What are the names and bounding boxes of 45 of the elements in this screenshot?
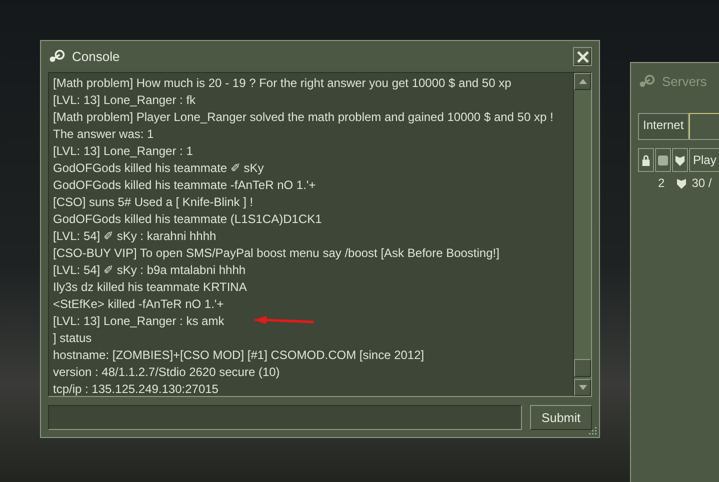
console-line: [LVL: 13] Lone_Ranger : fk bbox=[53, 93, 196, 107]
table-cell: 30 / bbox=[692, 176, 712, 190]
command-input-field[interactable] bbox=[48, 405, 522, 430]
scrollbar[interactable] bbox=[573, 73, 591, 396]
shield-icon bbox=[676, 178, 686, 188]
console-line: version : 48/1.1.2.7/Stdio 2620 secure (10) bbox=[53, 365, 280, 379]
column-header[interactable] bbox=[672, 148, 688, 172]
console-line: GodOFGods killed his teammate ✐ sKy bbox=[53, 161, 264, 175]
annotation-arrow bbox=[253, 316, 315, 326]
console-line: ] status bbox=[53, 331, 92, 345]
console-line: [LVL: 54] ✐ sKy : b9a mtalabni hhhh bbox=[53, 263, 246, 277]
window-title: Servers bbox=[662, 74, 707, 88]
console-line: [Math problem] How much is 20 - 19 ? For the right answer you get 10000 $ and 50 xp bbox=[53, 76, 512, 90]
close-button[interactable] bbox=[573, 47, 592, 66]
console-line: [LVL: 54] ✐ sKy : karahni hhhh bbox=[53, 229, 216, 243]
close-icon bbox=[576, 50, 588, 62]
column-header[interactable] bbox=[655, 148, 671, 172]
tab[interactable]: Internet bbox=[638, 113, 689, 139]
console-line: hostname: [ZOMBIES]+[CSO MOD] [#1] CSOMOD.COM [since 2012] bbox=[53, 348, 424, 362]
console-line: [CSO] suns 5# Used a [ Knife-Blink ] ! bbox=[53, 195, 254, 209]
steam-logo-icon bbox=[638, 74, 656, 88]
console-line: GodOFGods killed his teammate (L1S1CA)D1CK1 bbox=[53, 212, 322, 226]
console-line: <StEfKe> killed -fAnTeR nO 1.'+ bbox=[53, 297, 224, 311]
console-line: [LVL: 13] Lone_Ranger : 1 bbox=[53, 144, 193, 158]
scroll-up-button[interactable] bbox=[574, 73, 591, 90]
column-header[interactable] bbox=[638, 148, 654, 172]
console-line: tcp/ip : 135.125.249.130:27015 bbox=[53, 382, 218, 396]
tab[interactable] bbox=[688, 113, 719, 139]
steam-logo-icon bbox=[48, 49, 66, 64]
submit-button[interactable]: Submit bbox=[530, 405, 592, 430]
column-header[interactable]: Play bbox=[689, 148, 719, 172]
caret-up-icon bbox=[578, 79, 586, 84]
resize-grip-icon[interactable] bbox=[588, 426, 597, 435]
window-title: Console bbox=[72, 49, 120, 64]
caret-down-icon bbox=[578, 385, 586, 390]
table-cell: 2 bbox=[658, 176, 665, 190]
console-line: [LVL: 13] Lone_Ranger : ks amk bbox=[53, 314, 224, 328]
lock-icon bbox=[641, 154, 651, 166]
console-line: [CSO-BUY VIP] To open SMS/PayPal boost menu say /boost [Ask Before Boosting!] bbox=[53, 246, 500, 260]
shield-icon bbox=[675, 154, 685, 166]
console-line: Ily3s dz killed his teammate KRTINA bbox=[53, 280, 247, 294]
scroll-thumb[interactable] bbox=[574, 359, 591, 377]
console-line: GodOFGods killed his teammate -fAnTeR nO 1.'+ bbox=[53, 178, 316, 192]
console-line: [Math problem] Player Lone_Ranger solved the math problem and gained 10000 $ and 50 xp ! The answer was: 1 bbox=[53, 110, 554, 141]
scroll-down-button[interactable] bbox=[574, 379, 591, 396]
